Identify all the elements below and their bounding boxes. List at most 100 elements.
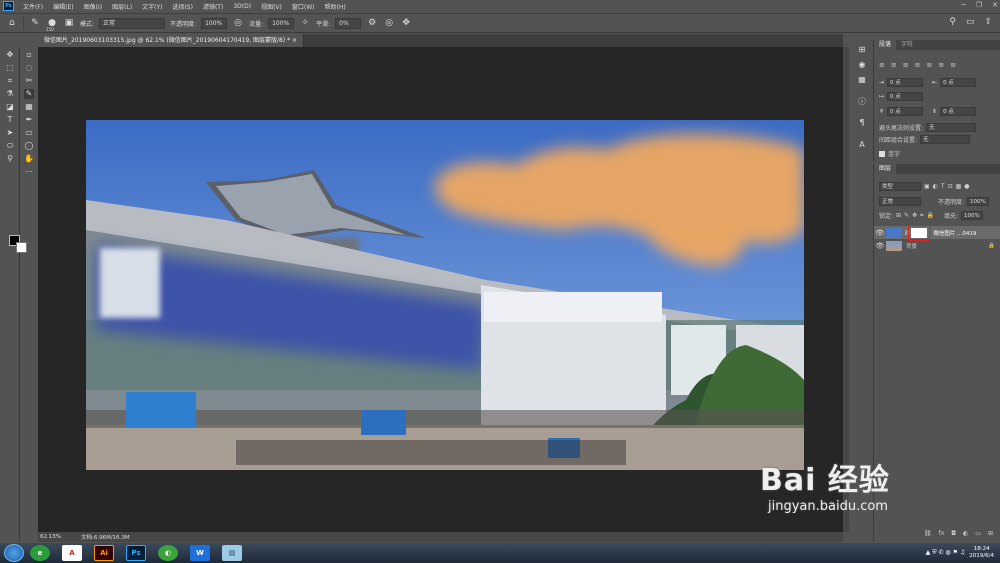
layer-opacity-input[interactable]: 100% xyxy=(967,197,990,206)
color-icon[interactable]: ◉ xyxy=(857,60,867,70)
justify-center-icon[interactable]: ≡ xyxy=(927,61,933,69)
menu-layer[interactable]: 图层(L) xyxy=(107,2,137,11)
browser-icon[interactable]: e xyxy=(30,545,50,561)
tray-icons[interactable]: ▲ ⛨ ✆ ◍ ⚑ ♫ xyxy=(926,549,966,557)
layer-row[interactable]: 👁 ⛓ 微信图片 ...0419 xyxy=(874,224,1000,241)
tab-document[interactable]: 微信图片_20190603103315.jpg @ 62.1% (微信图片_20… xyxy=(38,34,305,47)
rectangle-tool-icon[interactable]: ▭ xyxy=(24,128,34,138)
flow-input[interactable]: 100% xyxy=(268,17,295,29)
artboard-tool-icon[interactable]: ▫ xyxy=(24,50,34,60)
menu-help[interactable]: 帮助(H) xyxy=(320,2,351,11)
fill-input[interactable]: 100% xyxy=(961,211,983,220)
tab-character[interactable]: 字符 xyxy=(896,40,918,50)
ellipse-tool-icon[interactable]: ⬭ xyxy=(5,141,15,151)
justify-right-icon[interactable]: ≡ xyxy=(938,61,944,69)
spacing-select[interactable]: 无 xyxy=(920,135,971,144)
move-tool-icon[interactable]: ✥ xyxy=(5,50,15,60)
swatches-icon[interactable]: ▦ xyxy=(857,75,867,85)
indent-left-input[interactable]: 0 点 xyxy=(887,78,924,87)
zoom-level[interactable]: 62.13% xyxy=(40,534,61,540)
justify-icon[interactable]: ≡ xyxy=(915,61,921,69)
lock-icons[interactable]: ⊞✎✥⌗🔒 xyxy=(896,212,937,220)
minimize-icon[interactable]: ─ xyxy=(962,1,966,9)
mode-select[interactable]: 正常 xyxy=(99,17,166,29)
document-image[interactable] xyxy=(86,120,804,470)
blend-mode-select[interactable]: 正常 xyxy=(879,197,921,206)
pdf-reader-icon[interactable]: A xyxy=(62,545,82,561)
search-icon[interactable]: ⚲ xyxy=(949,17,956,27)
ellipse-tool-icon-2[interactable]: ◯ xyxy=(24,141,34,151)
eye-icon[interactable]: 👁 xyxy=(874,229,886,237)
menu-select[interactable]: 选择(S) xyxy=(167,2,198,11)
brush-preset-picker[interactable]: ● 150 xyxy=(46,18,58,32)
app-icon[interactable]: ◐ xyxy=(158,545,178,561)
share-icon[interactable]: ⇪ xyxy=(984,17,992,27)
slice-tool-icon[interactable]: ✂ xyxy=(24,76,34,86)
photoshop-taskbar-icon[interactable]: Ps xyxy=(126,545,146,561)
align-center-icon[interactable]: ≡ xyxy=(891,61,897,69)
history-icon[interactable]: ⊞ xyxy=(857,45,867,55)
eraser-tool-icon[interactable]: ◪ xyxy=(5,102,15,112)
close-icon[interactable]: × xyxy=(292,37,297,44)
menu-image[interactable]: 图像(I) xyxy=(79,2,107,11)
zoom-tool-icon[interactable]: ⚲ xyxy=(5,154,15,164)
eyedropper-tool-icon[interactable]: ⚗ xyxy=(5,89,15,99)
type-tool-icon[interactable]: T xyxy=(5,115,15,125)
lasso-tool-icon[interactable]: ◌ xyxy=(24,63,34,73)
symmetry-icon[interactable]: ✥ xyxy=(400,18,412,28)
pressure-size-icon[interactable]: ◎ xyxy=(383,18,395,28)
home-icon[interactable]: ⌂ xyxy=(6,18,18,28)
menu-view[interactable]: 视图(V) xyxy=(256,2,287,11)
gradient-tool-icon[interactable]: ▦ xyxy=(24,102,34,112)
align-left-icon[interactable]: ≡ xyxy=(879,61,885,69)
layer-filter-icons[interactable]: ▣◐T⊡▦● xyxy=(924,183,973,190)
space-after-input[interactable]: 0 点 xyxy=(940,107,977,116)
layer-mask-thumbnail[interactable] xyxy=(908,224,931,241)
airbrush-icon[interactable]: ✧ xyxy=(299,18,311,28)
eye-icon[interactable]: 👁 xyxy=(874,242,886,250)
smoothing-input[interactable]: 0% xyxy=(335,17,362,29)
character-icon[interactable]: A xyxy=(857,140,867,150)
menu-3d[interactable]: 3D(D) xyxy=(228,3,256,10)
start-button[interactable] xyxy=(4,544,24,562)
files-icon[interactable]: ▤ xyxy=(222,545,242,561)
info-icon[interactable]: ⓘ xyxy=(857,97,867,107)
gear-icon[interactable]: ⚙ xyxy=(366,18,378,28)
pressure-opacity-icon[interactable]: ◎ xyxy=(232,18,244,28)
brush-tool-icon[interactable]: ✎ xyxy=(24,89,34,99)
clock[interactable]: 18:24 2019/6/4 xyxy=(969,546,994,560)
brush-settings-icon[interactable]: ▣ xyxy=(63,18,75,28)
menu-window[interactable]: 窗口(W) xyxy=(287,2,320,11)
first-line-input[interactable]: 0 点 xyxy=(887,92,924,101)
crop-tool-icon[interactable]: ⌗ xyxy=(5,76,15,86)
tab-paragraph[interactable]: 段落 xyxy=(874,40,897,50)
paragraph-icon[interactable]: ¶ xyxy=(857,118,867,128)
menu-edit[interactable]: 编辑(E) xyxy=(48,2,78,11)
indent-right-input[interactable]: 0 点 xyxy=(940,78,977,87)
illustrator-icon[interactable]: Ai xyxy=(94,545,114,561)
align-right-icon[interactable]: ≡ xyxy=(903,61,909,69)
menu-file[interactable]: 文件(F) xyxy=(18,2,48,11)
maximize-icon[interactable]: ❐ xyxy=(976,1,982,9)
hyphenate-checkbox[interactable] xyxy=(879,150,885,157)
more-tools-icon[interactable]: ⋯ xyxy=(24,167,34,177)
brush-icon[interactable]: ✎ xyxy=(29,18,41,28)
background-color-swatch[interactable] xyxy=(16,242,27,253)
layer-row[interactable]: 👁 背景 🔒 xyxy=(874,239,1000,252)
menu-type[interactable]: 文字(Y) xyxy=(137,2,167,11)
layer-kind-select[interactable]: 类型 xyxy=(879,182,921,191)
chat-app-icon[interactable]: W xyxy=(190,545,210,561)
opacity-input[interactable]: 100% xyxy=(201,17,228,29)
path-select-tool-icon[interactable]: ➤ xyxy=(5,128,15,138)
marquee-tool-icon[interactable]: ⬚ xyxy=(5,63,15,73)
close-icon[interactable]: ✕ xyxy=(992,1,998,9)
justify-all-icon[interactable]: ≡ xyxy=(950,61,956,69)
pen-tool-icon[interactable]: ✒ xyxy=(24,115,34,125)
hyphen-rule-select[interactable]: 无 xyxy=(926,123,977,132)
workspace-icon[interactable]: ▭ xyxy=(966,17,975,27)
document-size[interactable]: 文档:6.96M/16.3M xyxy=(81,533,130,541)
hand-tool-icon[interactable]: ✋ xyxy=(24,154,34,164)
tab-layers[interactable]: 图层 xyxy=(874,164,897,174)
menu-filter[interactable]: 滤镜(T) xyxy=(198,2,228,11)
space-before-input[interactable]: 0 点 xyxy=(887,107,924,116)
